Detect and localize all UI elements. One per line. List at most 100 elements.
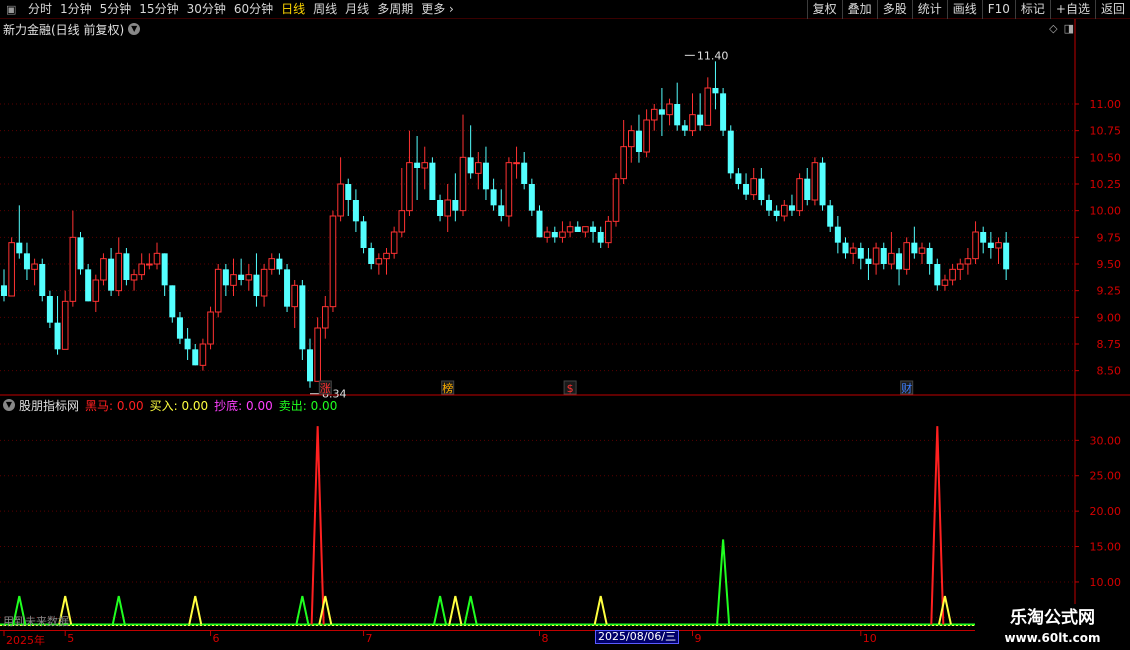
spike-卖出	[716, 539, 731, 625]
candle-body	[299, 285, 306, 350]
main-y-tick-label: 10.00	[1090, 205, 1122, 218]
candle-body	[697, 114, 704, 126]
candle-body	[169, 285, 176, 318]
extreme-label: 11.40	[697, 49, 729, 62]
candle-body	[987, 242, 994, 248]
brand-name: 乐淘公式网	[1010, 608, 1095, 628]
candle-body	[459, 156, 467, 212]
event-marker: 涨	[320, 382, 331, 395]
candle-body	[276, 258, 283, 270]
current-date-label: 2025/08/06/三	[595, 630, 680, 644]
candle-body	[834, 226, 841, 243]
candle-body	[100, 258, 107, 281]
candle-body	[612, 178, 620, 222]
candle-body	[284, 269, 291, 307]
candle-body	[23, 253, 30, 270]
candle-body	[8, 242, 15, 297]
candle-body	[345, 184, 352, 200]
candle-body	[337, 183, 344, 217]
ind-y-tick-label: 15.00	[1090, 541, 1122, 554]
candle-body	[16, 242, 23, 254]
spike-买入	[318, 595, 333, 625]
candle-body	[551, 232, 558, 238]
brand-url: www.60lt.com	[1004, 631, 1101, 645]
main-y-tick-label: 10.75	[1090, 125, 1122, 138]
x-axis-label: 5	[67, 632, 75, 645]
candle-body	[1, 285, 7, 296]
candle-body	[941, 279, 949, 286]
candle-body	[720, 93, 727, 131]
candle-body	[61, 300, 69, 350]
candle-body	[260, 268, 268, 297]
event-marker: 财	[901, 381, 912, 395]
candle-body	[620, 146, 627, 180]
candle-body	[872, 247, 880, 265]
candle-body	[788, 205, 795, 211]
candle-body	[559, 231, 566, 238]
candle-body	[888, 252, 895, 265]
candle-body	[39, 264, 46, 296]
candle-body	[253, 274, 260, 296]
candle-body	[85, 269, 92, 302]
candle-body	[482, 162, 489, 190]
candle-body	[773, 210, 780, 216]
candle-body	[766, 200, 772, 211]
candle-body	[743, 184, 750, 195]
candle-body	[115, 252, 123, 292]
main-y-tick-label: 8.75	[1097, 338, 1122, 351]
candle-body	[77, 237, 84, 270]
ind-y-tick-label: 25.00	[1090, 470, 1122, 483]
event-marker: $	[567, 382, 574, 395]
candle-body	[214, 268, 222, 313]
candle-body	[69, 236, 77, 302]
candle-body	[543, 231, 551, 238]
candle-body	[590, 226, 597, 232]
candle-body	[689, 114, 696, 132]
candle-body	[368, 248, 375, 264]
x-axis-label: 10	[862, 632, 877, 645]
main-y-tick-label: 9.25	[1097, 285, 1122, 298]
candle-body	[750, 178, 758, 196]
main-y-tick-label: 9.00	[1097, 311, 1122, 324]
candle-body	[956, 263, 964, 270]
candle-body	[268, 258, 276, 270]
x-axis-line	[0, 630, 975, 631]
candle-body	[414, 162, 421, 168]
spike-买入	[937, 595, 952, 625]
spike-买入	[593, 595, 608, 625]
candle-body	[398, 210, 406, 233]
candle-body	[123, 253, 130, 280]
main-y-tick-label: 11.00	[1090, 98, 1122, 111]
candle-body	[498, 205, 505, 216]
candle-body	[926, 248, 933, 264]
candle-body	[995, 242, 1002, 249]
candle-body	[911, 242, 918, 254]
candle-body	[865, 258, 872, 264]
candle-body	[360, 221, 367, 248]
candle-body	[406, 162, 413, 212]
candle-body	[230, 274, 237, 286]
candle-body	[605, 220, 612, 244]
candle-body	[176, 317, 183, 339]
candle-body	[108, 258, 115, 291]
candle-body	[972, 231, 979, 260]
candle-body	[582, 226, 589, 233]
candle-body	[574, 226, 581, 232]
chart-canvas: 8.50 8.75 9.00 9.25 9.50 9.75 10.00 10.25 10.50 1…	[0, 19, 1130, 650]
candle-body	[222, 269, 229, 286]
spike-卖出	[295, 595, 310, 625]
candle-body	[635, 130, 642, 152]
candle-body	[513, 162, 520, 165]
candle-body	[949, 268, 956, 281]
candle-body	[796, 178, 803, 212]
main-y-tick-label: 9.50	[1097, 258, 1122, 271]
candle-body	[475, 162, 482, 174]
candle-body	[46, 296, 53, 323]
spike-卖出	[463, 595, 478, 625]
x-axis-label: 7	[365, 632, 373, 645]
brand-watermark: 乐淘公式网 www.60lt.com	[975, 604, 1130, 650]
candle-body	[811, 162, 819, 201]
ind-y-tick-label: 20.00	[1090, 505, 1122, 518]
candle-body	[146, 263, 153, 266]
spike-黑马	[310, 426, 325, 625]
